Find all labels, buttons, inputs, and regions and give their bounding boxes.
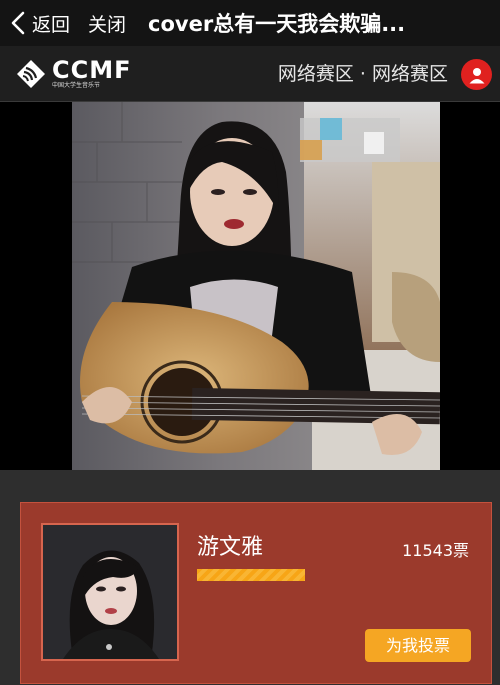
- performance-video[interactable]: [72, 102, 440, 470]
- candidate-photo: [43, 525, 177, 659]
- user-button[interactable]: [461, 59, 492, 90]
- zone-label: 网络赛区 · 网络赛区: [277, 63, 448, 85]
- chevron-left-icon: [11, 11, 25, 35]
- app-screen: 返回 关闭 cover总有一天我会欺骗... CCMF 中国大学生音乐节 网络赛…: [0, 0, 500, 685]
- performance-image: [72, 102, 440, 470]
- candidate-card: 游文雅 11543票 为我投票: [20, 502, 492, 684]
- wechat-navbar: 返回 关闭 cover总有一天我会欺骗...: [0, 0, 500, 46]
- user-icon: [469, 67, 484, 83]
- vote-progress-bar: [197, 569, 305, 581]
- logo-wordmark: CCMF: [52, 55, 132, 84]
- back-label: 返回: [32, 13, 71, 36]
- logo-mark-icon: [17, 59, 45, 88]
- vote-count: 11543票: [402, 541, 469, 560]
- app-header: CCMF 中国大学生音乐节 网络赛区 · 网络赛区: [0, 46, 500, 102]
- candidate-section: 游文雅 11543票 为我投票: [0, 470, 500, 685]
- vote-progress-fill: [197, 569, 305, 581]
- ccmf-logo: CCMF 中国大学生音乐节: [14, 57, 132, 91]
- candidate-avatar[interactable]: [41, 523, 179, 661]
- candidate-name: 游文雅: [197, 535, 264, 560]
- back-button[interactable]: 返回: [0, 0, 70, 46]
- close-button[interactable]: 关闭: [88, 10, 126, 37]
- page-title: cover总有一天我会欺骗...: [148, 12, 406, 36]
- video-area: [0, 102, 500, 470]
- logo-subtitle: 中国大学生音乐节: [52, 81, 101, 89]
- vote-button[interactable]: 为我投票: [365, 629, 471, 662]
